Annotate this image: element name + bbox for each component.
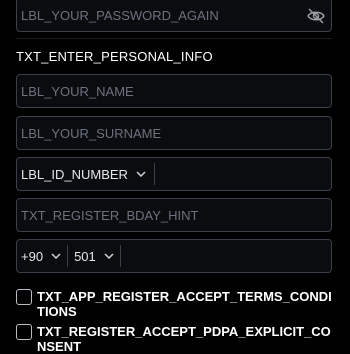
eye-off-icon[interactable] xyxy=(307,8,325,29)
divider xyxy=(16,38,332,39)
country-code-select[interactable]: +90 xyxy=(17,249,67,264)
chevron-down-icon xyxy=(104,253,114,259)
password-again-placeholder: LBL_YOUR_PASSWORD_AGAIN xyxy=(21,7,219,23)
surname-input[interactable]: LBL_YOUR_SURNAME xyxy=(16,116,332,150)
id-number-input[interactable] xyxy=(155,158,331,190)
operator-code: 501 xyxy=(74,248,96,264)
pdpa-checkbox[interactable] xyxy=(16,324,32,340)
name-input[interactable]: LBL_YOUR_NAME xyxy=(16,74,332,108)
password-again-field[interactable]: LBL_YOUR_PASSWORD_AGAIN xyxy=(16,0,332,32)
phone-field[interactable]: +90 501 xyxy=(16,239,332,273)
terms-checkbox-label[interactable]: TXT_APP_REGISTER_ACCEPT_TERMS_CONDITIONS xyxy=(37,289,337,319)
birthday-placeholder: TXT_REGISTER_BDAY_HINT xyxy=(21,207,199,223)
chevron-down-icon xyxy=(136,171,146,177)
surname-placeholder: LBL_YOUR_SURNAME xyxy=(21,125,162,141)
country-code: +90 xyxy=(21,248,44,264)
id-type-label: LBL_ID_NUMBER xyxy=(21,166,128,182)
id-type-select[interactable]: LBL_ID_NUMBER xyxy=(17,167,154,182)
operator-code-select[interactable]: 501 xyxy=(68,249,120,264)
section-title: TXT_ENTER_PERSONAL_INFO xyxy=(16,49,213,64)
phone-number-input[interactable] xyxy=(121,240,331,272)
birthday-input[interactable]: TXT_REGISTER_BDAY_HINT xyxy=(16,198,332,232)
name-placeholder: LBL_YOUR_NAME xyxy=(21,83,134,99)
chevron-down-icon xyxy=(51,253,61,259)
id-number-field[interactable]: LBL_ID_NUMBER xyxy=(16,157,332,191)
terms-checkbox[interactable] xyxy=(16,289,32,305)
